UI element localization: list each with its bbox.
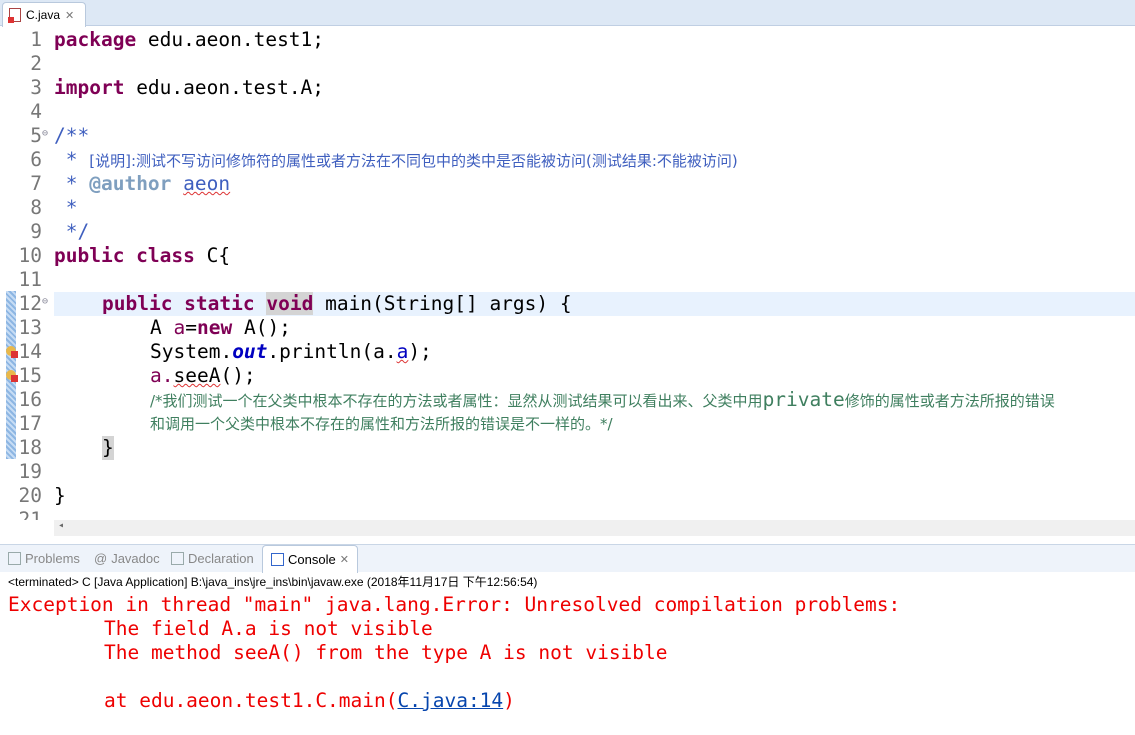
code-text: edu.aeon.test1;: [136, 28, 325, 51]
code-text: =: [185, 316, 197, 339]
tab-label: Declaration: [188, 551, 254, 566]
console-line: Exception in thread "main" java.lang.Err…: [8, 593, 912, 616]
comment: /*我们测试一个在父类中根本不存在的方法或者属性：显然从测试结果可以看出来、父类…: [150, 392, 763, 410]
line-number: 12: [18, 292, 42, 315]
line-number: 4: [30, 100, 42, 123]
tab-label: Problems: [25, 551, 80, 566]
code-text: edu.aeon.test.A;: [124, 76, 325, 99]
code-text: );: [408, 340, 432, 363]
line-number: 3: [30, 76, 42, 99]
line-number: 8: [30, 196, 42, 219]
matching-bracket: }: [102, 436, 114, 460]
console-status: <terminated> C [Java Application] B:\jav…: [8, 575, 538, 589]
error-method: seeA: [173, 364, 221, 387]
code-editor[interactable]: package edu.aeon.test1; import edu.aeon.…: [0, 27, 1135, 520]
code-text: A: [150, 316, 174, 339]
close-icon[interactable]: ✕: [65, 9, 74, 22]
line-number: 1: [30, 28, 42, 51]
keyword: public class: [54, 244, 195, 267]
tab-declaration[interactable]: Declaration: [171, 551, 254, 566]
keyword: new: [196, 316, 233, 339]
line-number: 5: [30, 124, 42, 147]
code-text: }: [54, 484, 66, 507]
tab-label: Javadoc: [111, 551, 160, 566]
tab-c-java[interactable]: C.java ✕: [2, 2, 86, 27]
comment: private: [762, 388, 845, 411]
line-number: 20: [18, 484, 42, 507]
tab-problems[interactable]: Problems: [8, 551, 80, 566]
horizontal-scrollbar[interactable]: ◂: [54, 520, 1135, 536]
comment-text: [说明]:测试不写访问修饰符的属性或者方法在不同包中的类中是否能被访问(测试结果…: [89, 152, 738, 170]
comment: *: [54, 196, 78, 219]
line-number: 10: [18, 244, 42, 267]
panel-tabs: Problems @ Javadoc Declaration Console ✕: [0, 544, 1135, 573]
line-number: 7: [30, 172, 42, 195]
comment: */: [54, 220, 90, 243]
keyword: package: [54, 28, 137, 51]
code-text: C{: [194, 244, 231, 267]
keyword: public static: [102, 292, 255, 315]
line-number: 6: [30, 148, 42, 171]
line-number: 18: [18, 436, 42, 459]
error-field: a: [396, 340, 409, 363]
comment: *: [54, 172, 90, 195]
line-number: 14: [18, 340, 42, 363]
java-file-error-icon: [8, 8, 21, 23]
problems-icon: [8, 552, 21, 565]
line-number: 2: [30, 52, 42, 75]
code-text: ();: [220, 364, 256, 387]
tab-javadoc[interactable]: @ Javadoc: [94, 551, 160, 566]
code-text: System.: [150, 340, 233, 363]
code-text: a.: [150, 364, 174, 387]
source-link[interactable]: C.java:14: [398, 689, 504, 712]
code-text: .println(a.: [267, 340, 397, 363]
keyword: void: [266, 292, 314, 315]
tab-label: C.java: [26, 8, 61, 22]
static-field: out: [232, 340, 268, 363]
line-number: 16: [18, 388, 42, 411]
line-number: 21: [18, 508, 42, 520]
comment: /**: [54, 124, 90, 147]
line-number: 19: [18, 460, 42, 483]
at-icon: @: [94, 551, 108, 566]
line-number: 15: [18, 364, 42, 387]
tab-console[interactable]: Console ✕: [262, 545, 358, 573]
line-number: 17: [18, 412, 42, 435]
keyword: import: [54, 76, 125, 99]
editor-tabbar: C.java ✕: [0, 0, 1135, 27]
code-text: main(String[] args) {: [313, 292, 572, 315]
line-number: 11: [18, 268, 42, 291]
variable: a: [173, 316, 186, 339]
comment-text: aeon: [183, 172, 231, 195]
console-line: The field A.a is not visible: [104, 617, 433, 640]
comment: 修饰的属性或者方法所报的错误: [844, 392, 1055, 410]
console-icon: [271, 553, 284, 566]
line-number: 13: [18, 316, 42, 339]
tab-label: Console: [288, 552, 336, 567]
console-line: The method seeA() from the type A is not…: [104, 641, 668, 664]
close-icon[interactable]: ✕: [340, 553, 349, 566]
comment: 和调用一个父类中根本不存在的属性和方法所报的错误是不一样的。*/: [150, 415, 613, 433]
comment: *: [54, 148, 90, 171]
stack-trace: at edu.aeon.test1.C.main(: [104, 689, 398, 712]
declaration-icon: [171, 552, 184, 565]
javadoc-tag: @author: [89, 172, 172, 195]
line-number: 9: [30, 220, 42, 243]
stack-trace: ): [503, 689, 515, 712]
code-text: A();: [232, 316, 291, 339]
